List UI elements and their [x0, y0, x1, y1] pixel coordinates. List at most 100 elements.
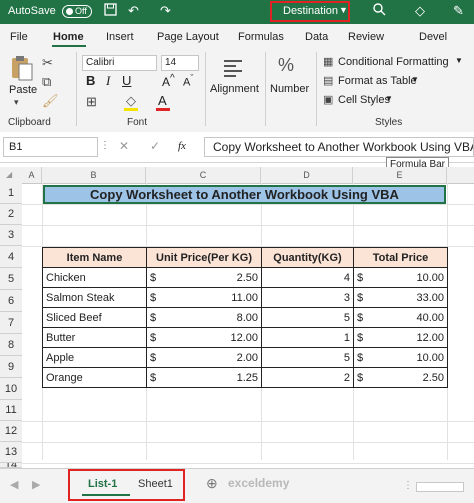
format-as-table-button[interactable]: Format as Table [338, 75, 417, 87]
undo-icon[interactable]: ↶ [128, 3, 139, 19]
unit-price-cell[interactable]: $8.00 [146, 307, 262, 328]
scroll-left-icon[interactable]: ◀ [10, 478, 18, 491]
font-size-combo[interactable]: 14 [161, 55, 199, 71]
column-header-a[interactable]: A [22, 167, 42, 183]
sheet-tab-sheet1[interactable]: Sheet1 [138, 478, 173, 490]
fill-color-icon[interactable]: ◇ [126, 93, 136, 109]
row-header[interactable]: 2 [0, 204, 22, 225]
row-header[interactable]: 7 [0, 312, 22, 334]
item-cell[interactable]: Orange [42, 367, 147, 388]
quantity-cell[interactable]: 2 [261, 367, 354, 388]
unit-price-cell[interactable]: $1.25 [146, 367, 262, 388]
total-price-cell[interactable]: $40.00 [353, 307, 448, 328]
conditional-formatting-button[interactable]: Conditional Formatting [338, 56, 449, 68]
item-cell[interactable]: Chicken [42, 267, 147, 288]
total-price-cell[interactable]: $2.50 [353, 367, 448, 388]
tab-insert[interactable]: Insert [106, 31, 134, 43]
row-header[interactable]: 10 [0, 378, 22, 400]
format-as-table-icon[interactable]: ▤ [323, 74, 333, 87]
more-options-icon[interactable]: ⋮ [100, 140, 110, 151]
tab-page-layout[interactable]: Page Layout [157, 31, 219, 43]
insert-function-icon[interactable]: fx [178, 140, 186, 152]
decrease-font-icon[interactable]: Aˇ [183, 73, 193, 89]
column-header-d[interactable]: D [261, 167, 353, 183]
name-box[interactable]: B1 [3, 137, 98, 157]
row-header[interactable]: 4 [0, 246, 22, 268]
column-header-b[interactable]: B [42, 167, 146, 183]
row-header[interactable]: 6 [0, 290, 22, 312]
redo-icon[interactable]: ↷ [160, 3, 171, 19]
tab-home[interactable]: Home [53, 31, 84, 43]
horizontal-scrollbar[interactable] [416, 482, 464, 492]
row-header[interactable]: 5 [0, 268, 22, 290]
quantity-cell[interactable]: 3 [261, 287, 354, 308]
cell-styles-icon[interactable]: ▣ [323, 93, 333, 106]
cancel-icon[interactable]: ✕ [119, 139, 129, 153]
tab-file[interactable]: File [10, 31, 28, 43]
font-color-icon[interactable]: A [158, 93, 167, 108]
quantity-cell[interactable]: 1 [261, 327, 354, 348]
chevron-down-icon[interactable]: ▼ [385, 94, 393, 103]
percent-icon[interactable]: % [278, 55, 294, 76]
italic-icon[interactable]: I [106, 73, 110, 89]
chevron-down-icon[interactable]: ▼ [339, 5, 348, 15]
autosave-toggle[interactable]: Off [62, 5, 92, 18]
unit-price-cell[interactable]: $2.50 [146, 267, 262, 288]
chevron-down-icon[interactable]: ▾ [14, 97, 19, 108]
font-name-combo[interactable]: Calibri [82, 55, 157, 71]
alignment-button[interactable]: Alignment [210, 83, 259, 95]
tab-developer[interactable]: Devel [419, 31, 447, 43]
underline-icon[interactable]: U [122, 73, 131, 88]
paste-label[interactable]: Paste [9, 84, 37, 96]
column-header-e[interactable]: E [353, 167, 447, 183]
row-header[interactable]: 11 [0, 400, 22, 421]
unit-price-cell[interactable]: $2.00 [146, 347, 262, 368]
format-painter-icon[interactable]: 🖌 [42, 93, 59, 109]
row-header[interactable]: 9 [0, 356, 22, 378]
select-all-icon[interactable]: ◢ [6, 170, 12, 179]
item-cell[interactable]: Butter [42, 327, 147, 348]
tab-data[interactable]: Data [305, 31, 328, 43]
alignment-icon[interactable] [222, 58, 244, 81]
copy-icon[interactable]: ⧉ [42, 74, 51, 90]
column-header-quantity[interactable]: Quantity(KG) [261, 247, 354, 268]
column-header-unit-price[interactable]: Unit Price(Per KG) [146, 247, 262, 268]
item-cell[interactable]: Salmon Steak [42, 287, 147, 308]
bold-icon[interactable]: B [86, 73, 95, 88]
unit-price-cell[interactable]: $12.00 [146, 327, 262, 348]
sheet-tab-list-1[interactable]: List-1 [88, 478, 117, 490]
scroll-right-icon[interactable]: ▶ [32, 478, 40, 491]
tab-review[interactable]: Review [348, 31, 384, 43]
row-header[interactable]: 8 [0, 334, 22, 356]
row-header[interactable]: 12 [0, 421, 22, 442]
item-cell[interactable]: Apple [42, 347, 147, 368]
column-header-total-price[interactable]: Total Price [353, 247, 448, 268]
total-price-cell[interactable]: $33.00 [353, 287, 448, 308]
search-icon[interactable] [373, 3, 386, 19]
diamond-icon[interactable]: ◇ [415, 3, 425, 19]
column-header-item-name[interactable]: Item Name [42, 247, 147, 268]
total-price-cell[interactable]: $12.00 [353, 327, 448, 348]
quantity-cell[interactable]: 4 [261, 267, 354, 288]
quantity-cell[interactable]: 5 [261, 307, 354, 328]
paste-icon[interactable] [10, 54, 34, 85]
document-name-button[interactable]: Destination [283, 5, 338, 17]
conditional-formatting-icon[interactable]: ▦ [323, 55, 333, 68]
add-sheet-icon[interactable]: ⊕ [206, 475, 218, 492]
number-button[interactable]: Number [270, 83, 309, 95]
row-header[interactable]: 1 [0, 183, 22, 204]
increase-font-icon[interactable]: A^ [162, 73, 175, 89]
enter-icon[interactable]: ✓ [150, 139, 160, 153]
formula-input[interactable]: Copy Worksheet to Another Workbook Using… [204, 137, 474, 157]
item-cell[interactable]: Sliced Beef [42, 307, 147, 328]
more-sheets-icon[interactable]: ⋮ [403, 480, 413, 491]
chevron-down-icon[interactable]: ▼ [411, 75, 419, 84]
column-header-c[interactable]: C [146, 167, 261, 183]
tab-formulas[interactable]: Formulas [238, 31, 284, 43]
cell-styles-button[interactable]: Cell Styles [338, 94, 390, 106]
chevron-down-icon[interactable]: ▼ [455, 56, 463, 65]
quantity-cell[interactable]: 5 [261, 347, 354, 368]
save-icon[interactable] [104, 3, 117, 19]
row-header[interactable]: 3 [0, 225, 22, 246]
sheet-title-cell[interactable]: Copy Worksheet to Another Workbook Using… [43, 185, 446, 204]
